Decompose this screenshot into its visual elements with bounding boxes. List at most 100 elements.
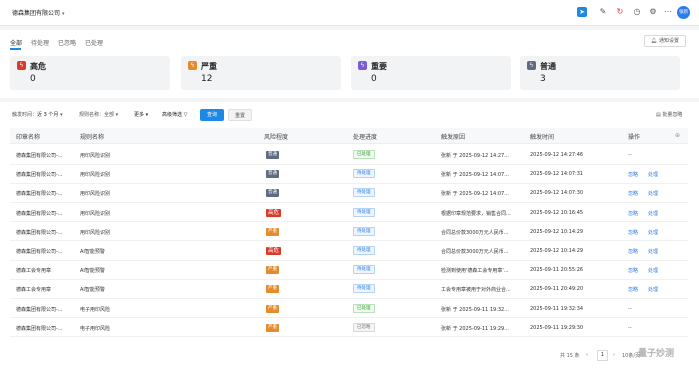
query-button[interactable]: 查询 xyxy=(200,109,224,121)
no-action: -- xyxy=(628,324,632,331)
chevron-down-icon: ▾ xyxy=(59,112,63,118)
top-bar xyxy=(0,0,699,26)
risk-badge: 普通 xyxy=(266,189,279,198)
table-row: 德森集团有限公司-... 用印风险识别 高危 待处理 根据印章规范要求，销售合同... 2… xyxy=(10,204,688,223)
more-icon[interactable]: ⋯ xyxy=(663,7,673,17)
trigger-reason[interactable]: 张新 于 2025-09-12 14:27... xyxy=(441,152,509,159)
trigger-time: 2025-09-11 20:55:26 xyxy=(530,267,584,274)
ignore-link[interactable]: 忽略 xyxy=(628,190,638,197)
more-filter-label: 更多 xyxy=(134,112,145,118)
watermark: 量子妙测 xyxy=(638,349,675,359)
refresh-icon[interactable]: ↻ xyxy=(615,7,625,17)
seal-name: 德森集团有限公司-... xyxy=(16,229,63,236)
summary-card-important[interactable]: ϟ 重要 0 xyxy=(351,56,511,90)
handle-link[interactable]: 处理 xyxy=(648,267,658,274)
time-filter[interactable]: 触发时间：近 3 个月 ▾ xyxy=(12,111,63,118)
trigger-reason[interactable]: 合同总价款3000万元人民币... xyxy=(441,229,509,236)
summary-card-high[interactable]: ϟ 高危 0 xyxy=(10,56,170,90)
handle-link[interactable]: 处理 xyxy=(648,286,658,293)
avatar[interactable]: 张新 xyxy=(677,6,690,19)
trigger-time: 2025-09-11 19:29:30 xyxy=(530,324,584,331)
status-badge: 待处理 xyxy=(353,284,375,294)
rule-name: 用印风险识别 xyxy=(80,191,111,198)
table-row: 德森工会专用章 AI智能预警 严重 待处理 检测到使用'德森工会专用章'... 2025-… xyxy=(10,261,688,280)
tab-pending[interactable]: 待处理 xyxy=(31,38,49,47)
advanced-filter[interactable]: 高级筛选 ▽ xyxy=(162,111,187,118)
prev-page-button[interactable]: ‹ xyxy=(586,352,588,358)
rule-name: AI智能预警 xyxy=(80,287,105,294)
trigger-reason[interactable]: 工会专用章被用于对外商业合... xyxy=(441,286,511,293)
table-row: 德森集团有限公司-... 用印风险识别 普通 待处理 张新 于 2025-09-12 1… xyxy=(10,184,688,203)
chevron-down-icon: ▾ xyxy=(145,112,149,118)
ignore-link[interactable]: 忽略 xyxy=(628,248,638,255)
lightning-icon: ϟ xyxy=(527,61,536,70)
notify-settings-button[interactable]: 🔔︎ 通知设置 xyxy=(644,35,686,47)
tab-ignored[interactable]: 已忽略 xyxy=(58,38,76,47)
trigger-reason[interactable]: 合同总价款3000万元人民币... xyxy=(441,248,509,255)
risk-badge: 普通 xyxy=(266,170,279,179)
seal-name: 德森集团有限公司-... xyxy=(16,249,63,255)
col-seal: 印章名称 xyxy=(16,134,41,141)
ignore-link[interactable]: 忽略 xyxy=(628,286,638,293)
col-risk: 风险程度 xyxy=(264,134,289,141)
tab-all[interactable]: 全部 xyxy=(10,38,22,47)
card-count: 12 xyxy=(201,74,213,84)
handle-link[interactable]: 处理 xyxy=(648,190,658,197)
col-status: 处理进度 xyxy=(353,134,378,141)
status-badge: 待处理 xyxy=(353,265,375,275)
trigger-reason[interactable]: 根据印章规范要求，销售合同... xyxy=(441,210,511,217)
card-label: 严重 xyxy=(201,62,217,71)
trigger-time: 2025-09-12 10:14:29 xyxy=(530,228,584,235)
handle-link[interactable]: 处理 xyxy=(648,210,658,217)
trigger-reason[interactable]: 张新 于 2025-09-12 14:07... xyxy=(441,171,509,178)
company-selector[interactable]: 德森集团有限公司 ▾ xyxy=(12,8,65,17)
seal-name: 德森集团有限公司-... xyxy=(16,191,63,198)
rule-filter[interactable]: 规则名称：全部 ▾ xyxy=(79,111,118,118)
notify-settings-label: 通知设置 xyxy=(658,38,679,44)
rule-name: 用印风险识别 xyxy=(80,153,111,159)
trigger-reason[interactable]: 张新 于 2025-09-12 14:07... xyxy=(441,190,509,197)
handle-link[interactable]: 处理 xyxy=(648,248,658,255)
status-badge: 待处理 xyxy=(353,207,375,217)
clock-icon[interactable]: ◷ xyxy=(632,7,642,17)
gear-icon[interactable]: ⚙ xyxy=(648,7,658,17)
trigger-reason[interactable]: 检测到使用'德森工会专用章'... xyxy=(441,267,509,274)
status-badge: 待处理 xyxy=(353,246,375,255)
risk-badge: 高危 xyxy=(266,208,282,217)
tab-processed[interactable]: 已处理 xyxy=(85,38,103,47)
handle-link[interactable]: 处理 xyxy=(648,171,658,178)
time-filter-label: 触发时间： xyxy=(12,112,38,118)
page-number[interactable]: 1 xyxy=(597,350,608,361)
ignore-link[interactable]: 忽略 xyxy=(628,171,638,178)
seal-name: 德森集团有限公司-... xyxy=(16,325,63,332)
next-page-button[interactable]: › xyxy=(613,352,615,358)
column-settings-icon[interactable]: ⊕ xyxy=(675,132,680,139)
rule-name: 用印风险识别 xyxy=(80,172,111,179)
handle-link[interactable]: 处理 xyxy=(648,229,658,236)
chevron-down-icon: ▾ xyxy=(62,11,65,17)
ignore-link[interactable]: 忽略 xyxy=(628,267,638,274)
status-badge: 已处理 xyxy=(353,303,375,313)
card-label: 重要 xyxy=(371,62,387,71)
pagination-total: 共 15 条 xyxy=(560,353,580,359)
edit-icon[interactable]: ✎ xyxy=(598,7,608,17)
seal-name: 德森集团有限公司-... xyxy=(16,306,63,313)
more-filter[interactable]: 更多 ▾ xyxy=(134,111,148,118)
trigger-reason[interactable]: 张新 于 2025-09-11 19:32... xyxy=(441,306,509,313)
lightning-icon: ϟ xyxy=(358,61,367,70)
no-action: -- xyxy=(628,305,632,312)
advanced-filter-label: 高级筛选 xyxy=(162,112,183,118)
summary-card-severe[interactable]: ϟ 严重 12 xyxy=(181,56,341,90)
summary-card-general[interactable]: ϟ 普通 3 xyxy=(520,56,680,90)
send-icon[interactable]: ➤ xyxy=(577,7,587,17)
ignore-link[interactable]: 忽略 xyxy=(628,210,638,217)
active-tab-indicator xyxy=(10,48,21,50)
batch-ignore-button[interactable]: ▤ 批量忽略 xyxy=(656,111,682,118)
trigger-time: 2025-09-11 19:32:34 xyxy=(530,305,584,312)
seal-name: 德森集团有限公司-... xyxy=(16,153,63,159)
ignore-link[interactable]: 忽略 xyxy=(628,229,638,236)
table-row: 德森集团有限公司-... 电子用印风险 严重 已处理 张新 于 2025-09-11 1… xyxy=(10,300,688,319)
trigger-reason[interactable]: 张新 于 2025-09-11 19:29... xyxy=(441,325,509,332)
reset-button[interactable]: 重置 xyxy=(228,109,252,121)
table-header: 印章名称 规则名称 风险程度 处理进度 触发原因 触发时间 操作 ⊕ xyxy=(10,128,688,144)
